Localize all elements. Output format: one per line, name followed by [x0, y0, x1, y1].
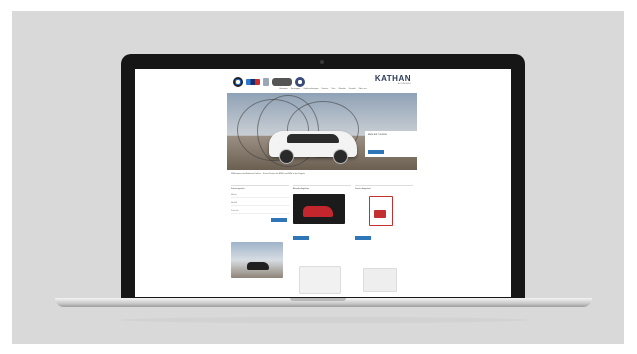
calendar-image[interactable]: [299, 266, 341, 294]
nav-item[interactable]: Kontakt: [349, 88, 356, 92]
car-wheel: [333, 149, 348, 164]
nav-item[interactable]: Teile: [331, 88, 335, 92]
hero-banner[interactable]: BMW 3ER TOURING: [227, 93, 417, 170]
nav-item[interactable]: Über uns: [359, 88, 367, 92]
bmw-m-logo-icon[interactable]: [295, 77, 305, 87]
site-tagline: AUTOMOBILE: [397, 83, 411, 85]
mini-logo-icon[interactable]: [272, 78, 292, 86]
laptop-shadow: [120, 317, 528, 323]
document-image[interactable]: [363, 268, 397, 292]
hero-cta-button[interactable]: [368, 150, 384, 154]
offer-car: [303, 206, 333, 217]
laptop-notch: [290, 298, 346, 301]
m-logo-icon[interactable]: [246, 79, 260, 85]
laptop-screen: KATHAN AUTOMOBILE Startseite Neuwagen Ge…: [135, 69, 511, 297]
main-nav: Startseite Neuwagen Gebrauchtwagen Servi…: [227, 88, 419, 92]
nav-item[interactable]: Zubehör: [338, 88, 345, 92]
site-header: KATHAN AUTOMOBILE: [227, 72, 419, 88]
search-field[interactable]: Preis bis: [231, 210, 289, 214]
offer-details-button[interactable]: [293, 236, 309, 240]
brand-logos: [233, 76, 305, 88]
column-title: Fahrzeugsuche: [231, 188, 245, 190]
promo-image[interactable]: [231, 242, 283, 278]
car-wheel: [279, 149, 294, 164]
bmw-logo-icon[interactable]: [233, 77, 243, 87]
nav-item[interactable]: Startseite: [279, 88, 287, 92]
search-field[interactable]: Marke: [231, 194, 289, 198]
nav-item[interactable]: Gebrauchtwagen: [303, 88, 318, 92]
nav-item[interactable]: Service: [322, 88, 329, 92]
search-column: Fahrzeugsuche Marke Modell Preis bis: [231, 185, 289, 294]
site-wordmark[interactable]: KATHAN: [375, 74, 411, 83]
intro-text: Willkommen bei Autohaus Kathan – Ihrem P…: [231, 173, 306, 175]
scene: KATHAN AUTOMOBILE Startseite Neuwagen Ge…: [0, 0, 637, 354]
service-badge-mark: [374, 210, 386, 218]
hero-panel: BMW 3ER TOURING: [365, 131, 417, 157]
search-field[interactable]: Modell: [231, 202, 289, 206]
hero-car: [269, 131, 357, 164]
column-title: Service Angebote: [355, 188, 371, 190]
camera-icon: [320, 60, 324, 64]
service-column: Service Angebote: [355, 185, 413, 294]
search-button[interactable]: [271, 218, 287, 222]
service-details-button[interactable]: [355, 236, 371, 240]
car-window: [287, 134, 339, 143]
column-title: Aktuelle Angebote: [293, 188, 310, 190]
website: KATHAN AUTOMOBILE Startseite Neuwagen Ge…: [227, 69, 419, 297]
laptop-lid: KATHAN AUTOMOBILE Startseite Neuwagen Ge…: [121, 54, 525, 301]
nav-item[interactable]: Neuwagen: [291, 88, 301, 92]
offers-column: Aktuelle Angebote: [293, 185, 351, 294]
promo-car: [247, 262, 269, 270]
hero-headline: BMW 3ER TOURING: [368, 134, 388, 136]
i-logo-icon[interactable]: [263, 78, 269, 86]
